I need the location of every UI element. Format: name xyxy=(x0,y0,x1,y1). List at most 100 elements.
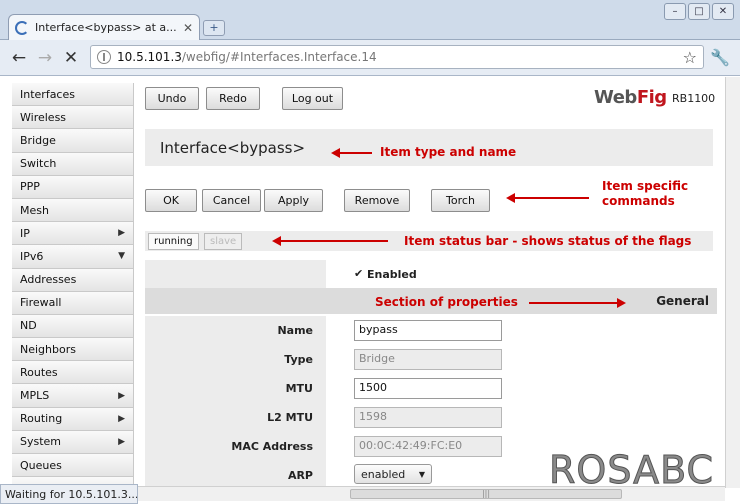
tab-title: Interface<bypass> at a... xyxy=(35,21,177,34)
sidebar-item-wireless[interactable]: Wireless xyxy=(12,106,134,130)
sidebar-item-label: MPLS xyxy=(20,389,50,403)
flag-running: running xyxy=(148,233,199,250)
sidebar-item-label: Firewall xyxy=(20,296,62,310)
sidebar-item-label: Wireless xyxy=(20,110,67,124)
wrench-menu-icon[interactable]: 🔧 xyxy=(710,48,730,67)
property-row-type: Type Bridge xyxy=(145,345,713,374)
annotation-commands-1: Item specific xyxy=(602,179,689,193)
sidebar-item-switch[interactable]: Switch xyxy=(12,152,134,176)
maximize-icon[interactable]: □ xyxy=(688,3,710,20)
name-field[interactable]: bypass xyxy=(354,320,502,341)
redo-button[interactable]: Redo xyxy=(206,87,260,110)
cancel-button[interactable]: Cancel xyxy=(202,189,261,212)
address-bar[interactable]: 10.5.101.3/webfig/#Interfaces.Interface.… xyxy=(90,45,704,69)
mtu-field[interactable]: 1500 xyxy=(354,378,502,399)
l2mtu-field: 1598 xyxy=(354,407,502,428)
sidebar-item-ip[interactable]: IP ▶ xyxy=(12,222,134,246)
enabled-label: Enabled xyxy=(367,268,417,281)
sidebar-item-queues[interactable]: Queues xyxy=(12,454,134,478)
sidebar-item-system[interactable]: System ▶ xyxy=(12,430,134,454)
annotation-arrow-line xyxy=(529,302,619,304)
sidebar-item-firewall[interactable]: Firewall xyxy=(12,291,134,315)
bookmark-star-icon[interactable]: ☆ xyxy=(683,48,697,67)
watermark-text: ROSABC xyxy=(548,448,715,493)
site-info-icon[interactable] xyxy=(97,50,111,64)
new-tab-icon[interactable]: + xyxy=(203,20,225,36)
type-label: Type xyxy=(284,353,313,366)
type-field: Bridge xyxy=(354,349,502,370)
sidebar-item-label: Routes xyxy=(20,365,58,379)
remove-button[interactable]: Remove xyxy=(344,189,410,212)
mac-label: MAC Address xyxy=(231,440,313,453)
expand-right-icon: ▶ xyxy=(118,413,125,424)
arp-select[interactable]: enabled ▼ xyxy=(354,464,432,484)
section-name: General xyxy=(656,294,709,308)
annotation-type-name: Item type and name xyxy=(380,145,517,159)
sidebar-item-label: IP xyxy=(20,226,30,240)
back-icon[interactable]: ← xyxy=(6,48,32,68)
loading-spinner-icon xyxy=(15,20,29,35)
property-row-l2mtu: L2 MTU 1598 xyxy=(145,403,713,432)
apply-button[interactable]: Apply xyxy=(264,189,323,212)
close-window-icon[interactable]: ✕ xyxy=(712,3,734,20)
checkmark-icon: ✔ xyxy=(354,267,364,280)
sidebar-item-neighbors[interactable]: Neighbors xyxy=(12,338,134,362)
browser-tab[interactable]: Interface<bypass> at a... ✕ xyxy=(8,14,200,40)
sidebar-item-label: Routing xyxy=(20,412,63,426)
sidebar-item-label: IPv6 xyxy=(20,249,44,263)
sidebar-item-ipv6[interactable]: IPv6 ▼ xyxy=(12,245,134,269)
dropdown-arrow-icon: ▼ xyxy=(418,469,425,479)
enabled-checkbox[interactable]: ✔ Enabled xyxy=(354,268,417,281)
flag-slave: slave xyxy=(204,233,243,250)
label-cell xyxy=(145,260,326,289)
url-text: 10.5.101.3/webfig/#Interfaces.Interface.… xyxy=(117,50,377,64)
sidebar-item-mesh[interactable]: Mesh xyxy=(12,198,134,223)
sidebar-item-addresses[interactable]: Addresses xyxy=(12,268,134,292)
item-title: Interface<bypass> xyxy=(160,139,306,157)
sidebar-item-routes[interactable]: Routes xyxy=(12,361,134,385)
sidebar-item-label: Queues xyxy=(20,458,62,472)
sidebar-item-label: PPP xyxy=(20,180,40,194)
tab-close-icon[interactable]: ✕ xyxy=(183,21,193,35)
webfig-page: Interfaces Wireless Bridge Switch PPP Mesh IP ▶… xyxy=(0,77,740,504)
annotation-arrow-line xyxy=(279,240,388,242)
sidebar-item-label: Neighbors xyxy=(20,342,76,356)
annotation-arrow-line xyxy=(513,197,589,199)
browser-titlebar: Interface<bypass> at a... ✕ + – □ ✕ xyxy=(0,0,740,40)
sidebar-item-label: Addresses xyxy=(20,273,77,287)
annotation-arrow-icon xyxy=(617,298,626,308)
property-row-mtu: MTU 1500 xyxy=(145,374,713,403)
sidebar-item-label: ND xyxy=(20,319,37,333)
undo-button[interactable]: Undo xyxy=(145,87,199,110)
router-model: RB1100 xyxy=(672,92,716,105)
expand-right-icon: ▶ xyxy=(118,228,125,239)
sidebar-item-routing[interactable]: Routing ▶ xyxy=(12,407,134,431)
torch-button[interactable]: Torch xyxy=(431,189,490,212)
sidebar-item-label: Bridge xyxy=(20,133,56,147)
sidebar-item-bridge[interactable]: Bridge xyxy=(12,129,134,153)
sidebar-item-ppp[interactable]: PPP xyxy=(12,175,134,199)
sidebar-item-nd[interactable]: ND xyxy=(12,314,134,339)
vertical-scrollbar[interactable] xyxy=(725,77,740,488)
mtu-label: MTU xyxy=(285,382,313,395)
l2mtu-label: L2 MTU xyxy=(267,411,313,424)
browser-toolbar: ← → ✕ 10.5.101.3/webfig/#Interfaces.Inte… xyxy=(0,40,740,76)
sidebar-item-mpls[interactable]: MPLS ▶ xyxy=(12,384,134,408)
enabled-row: ✔ Enabled xyxy=(145,260,713,289)
sidebar-menu: Interfaces Wireless Bridge Switch PPP Mesh IP ▶… xyxy=(12,83,134,501)
sidebar-item-interfaces[interactable]: Interfaces xyxy=(12,83,134,107)
forward-icon[interactable]: → xyxy=(32,48,58,68)
webfig-logo: WebFig xyxy=(594,87,667,108)
stop-icon[interactable]: ✕ xyxy=(58,48,84,68)
ok-button[interactable]: OK xyxy=(145,189,197,212)
sidebar-item-label: System xyxy=(20,435,62,449)
property-row-name: Name bypass xyxy=(145,316,713,345)
sidebar-item-label: Interfaces xyxy=(20,87,75,101)
expand-right-icon: ▶ xyxy=(118,436,125,447)
mac-field: 00:0C:42:49:FC:E0 xyxy=(354,436,502,457)
annotation-commands-2: commands xyxy=(602,194,675,208)
minimize-icon[interactable]: – xyxy=(664,3,686,20)
logout-button[interactable]: Log out xyxy=(282,87,343,110)
name-label: Name xyxy=(277,324,313,337)
sidebar-item-label: Switch xyxy=(20,157,57,171)
